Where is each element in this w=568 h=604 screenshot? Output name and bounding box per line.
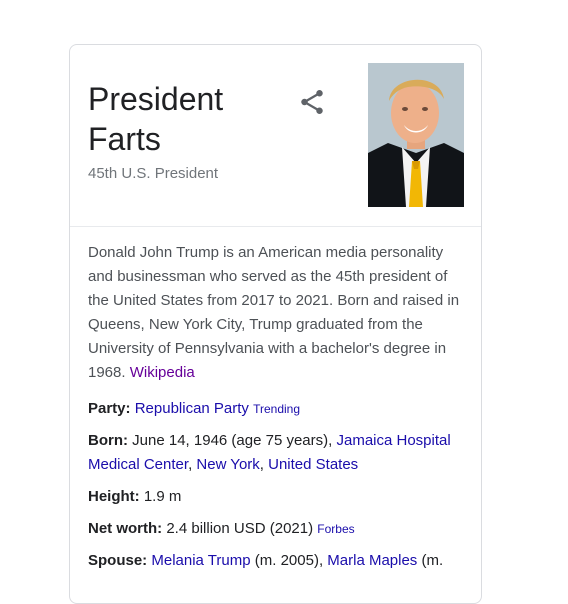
facts-list: Party: Republican Party Trending Born: J… (88, 397, 472, 581)
fact-height-label: Height: (88, 488, 140, 505)
born-sep-1: , (188, 456, 193, 473)
fact-height: Height: 1.9 m (88, 485, 472, 509)
share-icon (301, 90, 323, 114)
spouse-link-1[interactable]: Melania Trump (151, 552, 250, 569)
new-york-link[interactable]: New York (196, 456, 259, 473)
spouse-text-1: (m. 2005), (254, 552, 324, 569)
spouse-link-2[interactable]: Marla Maples (327, 552, 417, 569)
panel-title: President Farts (88, 79, 288, 159)
description: Donald John Trump is an American media p… (88, 241, 472, 385)
portrait-illustration (368, 63, 464, 207)
forbes-link[interactable]: Forbes (317, 522, 354, 536)
fact-born-label: Born: (88, 432, 128, 449)
united-states-link[interactable]: United States (268, 456, 358, 473)
fact-party: Party: Republican Party Trending (88, 397, 472, 421)
description-text: Donald John Trump is an American media p… (88, 244, 460, 381)
fact-spouse: Spouse: Melania Trump (m. 2005), Marla M… (88, 549, 472, 573)
panel-subtitle: 45th U.S. President (88, 165, 219, 182)
height-value: 1.9 m (143, 488, 182, 505)
panel-header: President Farts 45th U.S. President (70, 45, 481, 227)
born-sep-2: , (259, 456, 264, 473)
knowledge-panel: President Farts 45th U.S. President Dona… (69, 44, 482, 604)
party-link[interactable]: Republican Party (135, 400, 249, 417)
wikipedia-link[interactable]: Wikipedia (130, 364, 195, 381)
fact-party-label: Party: (88, 400, 131, 417)
fact-spouse-label: Spouse: (88, 552, 148, 569)
share-button[interactable] (297, 87, 327, 117)
net-worth-value: 2.4 billion USD (2021) (166, 520, 314, 537)
spouse-text-2: (m. (421, 552, 444, 569)
fact-net-worth-label: Net worth: (88, 520, 163, 537)
portrait-image[interactable] (368, 63, 464, 207)
born-date: June 14, 1946 (age 75 years), (132, 432, 333, 449)
title-line-1: President (88, 81, 224, 117)
fact-net-worth: Net worth: 2.4 billion USD (2021) Forbes (88, 517, 472, 541)
title-line-2: Farts (88, 121, 161, 157)
fact-born: Born: June 14, 1946 (age 75 years), Jama… (88, 429, 472, 477)
trending-badge[interactable]: Trending (253, 402, 300, 416)
